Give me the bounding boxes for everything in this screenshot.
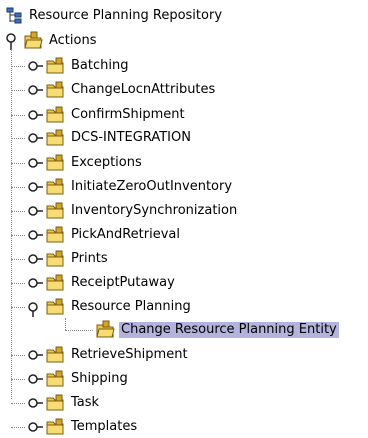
- collapsed-toggle-icon[interactable]: [26, 369, 44, 389]
- tree-connector-line: [11, 427, 25, 428]
- tree-node-label: Actions: [49, 33, 97, 48]
- tree-node-child[interactable]: RetrieveShipment: [28, 345, 190, 365]
- folder-icon: [46, 226, 64, 243]
- tree-connector-line: [11, 307, 25, 308]
- collapsed-toggle-icon[interactable]: [26, 393, 44, 413]
- collapsed-toggle-icon[interactable]: [26, 345, 44, 365]
- tree-connector-line: [11, 259, 25, 260]
- folder-open-icon: [24, 31, 43, 49]
- tree-connector-line: [11, 403, 25, 404]
- tree-node-child[interactable]: PickAndRetrieval: [28, 225, 182, 245]
- tree-node-selected-action[interactable]: Change Resource Planning Entity: [94, 320, 339, 340]
- collapsed-toggle-icon[interactable]: [26, 273, 44, 293]
- tree-node-child[interactable]: Resource Planning: [28, 297, 193, 317]
- collapsed-toggle-icon[interactable]: [26, 56, 44, 76]
- tree-connector-line: [11, 90, 25, 91]
- folder-icon: [46, 298, 64, 315]
- tree-node-child[interactable]: Shipping: [28, 369, 130, 389]
- tree-node-child[interactable]: Exceptions: [28, 153, 144, 173]
- tree-node-child[interactable]: ReceiptPutaway: [28, 273, 177, 293]
- tree-node-label: Prints: [71, 251, 108, 266]
- collapsed-toggle-icon[interactable]: [26, 249, 44, 269]
- tree-node-label: ChangeLocnAttributes: [71, 82, 216, 97]
- tree-node-child[interactable]: Prints: [28, 249, 110, 269]
- tree-node-child[interactable]: Batching: [28, 56, 130, 76]
- tree-node-root[interactable]: Resource Planning Repository: [4, 6, 224, 26]
- action-item-icon: [96, 320, 115, 338]
- tree-node-actions[interactable]: Actions: [4, 31, 99, 51]
- folder-icon: [46, 129, 64, 146]
- folder-icon: [46, 202, 64, 219]
- folder-icon: [46, 394, 64, 411]
- tree-connector-line: [11, 49, 12, 399]
- tree-connector-line: [11, 163, 25, 164]
- repository-icon: [6, 7, 22, 24]
- collapsed-toggle-icon[interactable]: [26, 201, 44, 221]
- folder-icon: [46, 418, 64, 435]
- tree-node-child[interactable]: Templates: [28, 417, 139, 437]
- tree-connector-line: [11, 283, 25, 284]
- tree-node-label: InitiateZeroOutInventory: [71, 179, 233, 194]
- tree-connector-line: [11, 211, 25, 212]
- tree-connector-line: [11, 379, 25, 380]
- folder-icon: [46, 154, 64, 171]
- collapsed-toggle-icon[interactable]: [26, 80, 44, 100]
- tree-connector-line: [11, 187, 25, 188]
- folder-icon: [46, 178, 64, 195]
- tree-connector-line: [11, 138, 25, 139]
- collapsed-toggle-icon[interactable]: [26, 225, 44, 245]
- tree-node-label: Shipping: [71, 371, 128, 386]
- tree-node-label: Batching: [71, 58, 129, 73]
- folder-icon: [46, 106, 64, 123]
- expanded-toggle-icon[interactable]: [26, 297, 44, 317]
- repository-tree: Resource Planning Repository Actions Bat…: [0, 0, 368, 438]
- tree-connector-line: [11, 355, 25, 356]
- collapsed-toggle-icon[interactable]: [26, 417, 44, 437]
- tree-node-label: Templates: [71, 419, 138, 434]
- tree-node-child[interactable]: InventorySynchronization: [28, 201, 239, 221]
- tree-node-label: ConfirmShipment: [71, 107, 185, 122]
- tree-node-child[interactable]: DCS-INTEGRATION: [28, 128, 193, 148]
- tree-node-label: ReceiptPutaway: [71, 275, 175, 290]
- collapsed-toggle-icon[interactable]: [26, 128, 44, 148]
- tree-connector-line: [65, 330, 93, 331]
- tree-node-label: Resource Planning: [71, 299, 191, 314]
- tree-node-label: Task: [71, 395, 100, 410]
- tree-node-child[interactable]: ConfirmShipment: [28, 105, 187, 125]
- tree-connector-line: [65, 318, 66, 330]
- tree-connector-line: [11, 235, 25, 236]
- collapsed-toggle-icon[interactable]: [26, 177, 44, 197]
- collapsed-toggle-icon[interactable]: [26, 153, 44, 173]
- folder-icon: [46, 250, 64, 267]
- tree-node-child[interactable]: Task: [28, 393, 101, 413]
- tree-node-child[interactable]: InitiateZeroOutInventory: [28, 177, 234, 197]
- tree-connector-line: [11, 115, 25, 116]
- tree-connector-line: [11, 66, 25, 67]
- collapsed-toggle-icon[interactable]: [26, 105, 44, 125]
- tree-node-label: Change Resource Planning Entity: [119, 322, 339, 338]
- folder-icon: [46, 274, 64, 291]
- tree-node-label: RetrieveShipment: [71, 347, 188, 362]
- tree-node-label: Resource Planning Repository: [29, 8, 223, 23]
- tree-node-label: InventorySynchronization: [71, 203, 238, 218]
- folder-icon: [46, 346, 64, 363]
- folder-icon: [46, 81, 64, 98]
- tree-node-label: DCS-INTEGRATION: [71, 130, 191, 145]
- tree-node-label: PickAndRetrieval: [71, 227, 180, 242]
- tree-node-label: Exceptions: [71, 155, 142, 170]
- expanded-toggle-icon[interactable]: [4, 31, 22, 51]
- folder-icon: [46, 370, 64, 387]
- folder-icon: [46, 57, 64, 74]
- tree-node-child[interactable]: ChangeLocnAttributes: [28, 80, 217, 100]
